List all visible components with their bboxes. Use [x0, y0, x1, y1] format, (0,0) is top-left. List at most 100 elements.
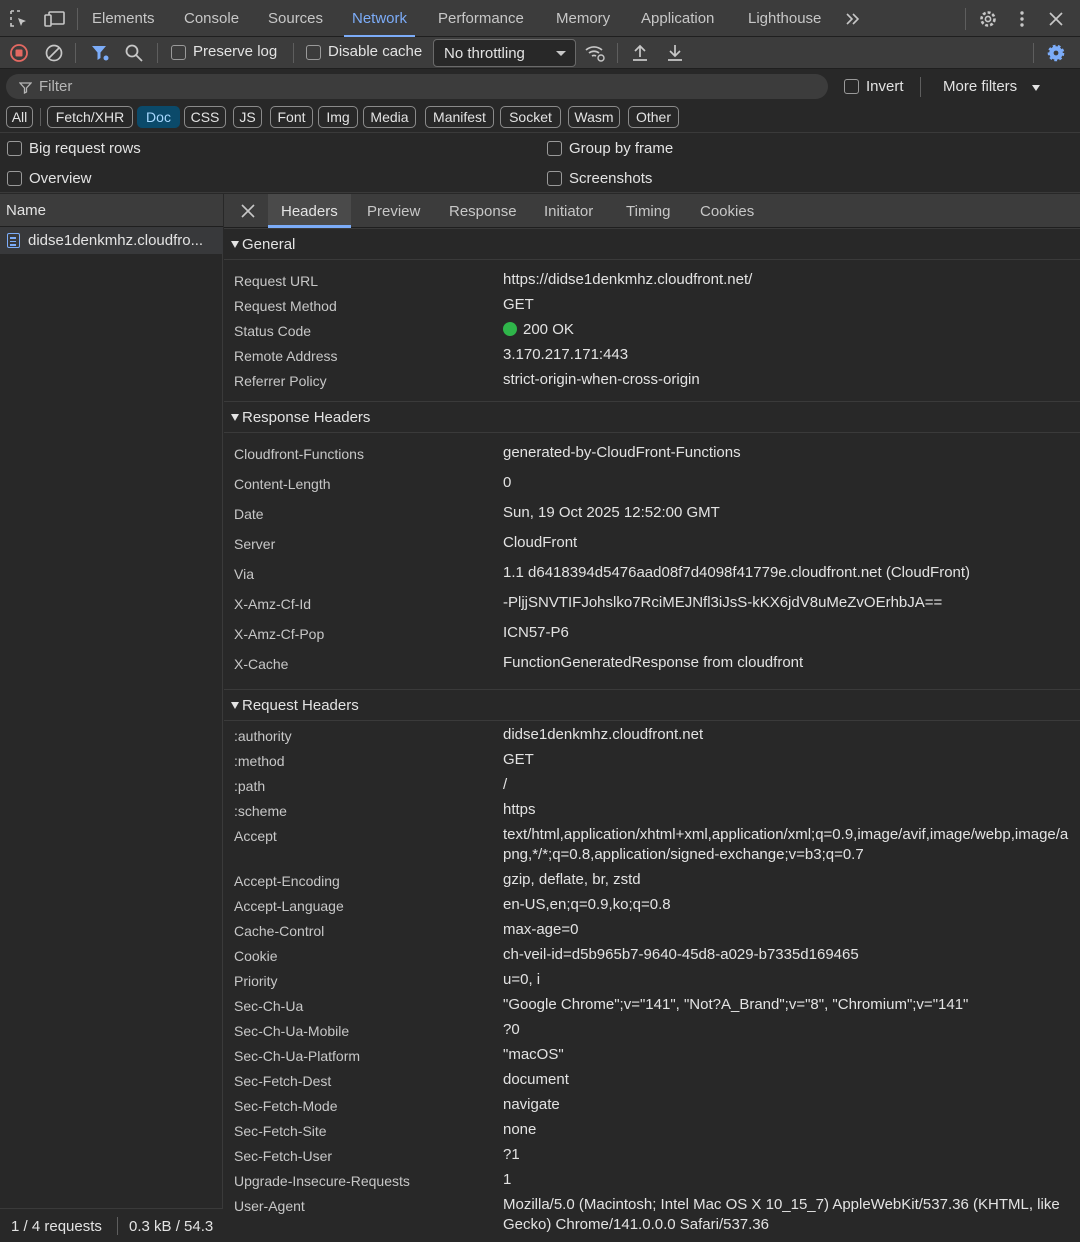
- section-title: General: [242, 236, 296, 253]
- request-row[interactable]: didse1denkmhz.cloudfro...: [0, 227, 223, 254]
- type-filter-media[interactable]: Media: [363, 106, 416, 128]
- preserve-log-checkbox[interactable]: [171, 45, 186, 60]
- overview-label: Overview: [29, 170, 92, 187]
- network-conditions-wifi-icon[interactable]: [583, 42, 607, 64]
- header-value: max-age=0: [503, 921, 579, 938]
- header-value: "Google Chrome";v="141", "Not?A_Brand";v…: [503, 996, 969, 1013]
- type-filter-fetch-xhr[interactable]: Fetch/XHR: [47, 106, 133, 128]
- type-filter-doc[interactable]: Doc: [137, 106, 180, 128]
- header-name: :authority: [234, 728, 292, 744]
- overview-checkbox[interactable]: [7, 171, 22, 186]
- header-value: gzip, deflate, br, zstd: [503, 871, 641, 888]
- inspect-element-icon[interactable]: [8, 8, 30, 30]
- stop-recording-icon[interactable]: [8, 42, 30, 64]
- type-filter-wasm[interactable]: Wasm: [568, 106, 620, 128]
- expand-triangle-icon: [231, 241, 239, 248]
- header-name: X-Amz-Cf-Pop: [234, 626, 325, 642]
- filter-funnel-small-icon: [18, 80, 32, 94]
- invert-checkbox[interactable]: [844, 79, 859, 94]
- export-har-download-icon[interactable]: [664, 42, 686, 64]
- header-name: :path: [234, 778, 266, 794]
- type-filter-socket[interactable]: Socket: [500, 106, 561, 128]
- header-value: /: [503, 776, 508, 793]
- header-value: GET: [503, 751, 534, 768]
- tab-memory[interactable]: Memory: [556, 0, 610, 37]
- type-filter-font[interactable]: Font: [270, 106, 313, 128]
- tab-lighthouse[interactable]: Lighthouse: [748, 0, 821, 37]
- close-devtools-icon[interactable]: [1045, 8, 1067, 30]
- network-settings-gear-icon[interactable]: [1045, 42, 1067, 64]
- device-toolbar-icon[interactable]: [43, 8, 67, 30]
- detail-tab-timing[interactable]: Timing: [626, 194, 670, 228]
- screenshots-checkbox[interactable]: [547, 171, 562, 186]
- detail-tab-initiator[interactable]: Initiator: [544, 194, 593, 228]
- throttling-select[interactable]: No throttling: [433, 39, 576, 67]
- header-value: 1: [503, 1171, 512, 1188]
- header-value: navigate: [503, 1096, 560, 1113]
- type-filter-img[interactable]: Img: [318, 106, 358, 128]
- name-column-label: Name: [6, 202, 47, 219]
- header-name: Request URL: [234, 273, 319, 289]
- detail-tab-response[interactable]: Response: [449, 194, 517, 228]
- header-value: FunctionGeneratedResponse from cloudfron…: [503, 654, 804, 671]
- header-value: "macOS": [503, 1046, 564, 1063]
- tab-application[interactable]: Application: [641, 0, 714, 37]
- header-value: Sun, 19 Oct 2025 12:52:00 GMT: [503, 504, 720, 521]
- network-options: Big request rows Overview Group by frame…: [0, 134, 1080, 193]
- type-filter-css[interactable]: CSS: [184, 106, 226, 128]
- section-request-headers[interactable]: Request Headers: [224, 689, 1080, 721]
- network-toolbar: Preserve log Disable cache No throttling: [0, 37, 1080, 69]
- section-response-headers[interactable]: Response Headers: [224, 401, 1080, 433]
- more-tabs-icon[interactable]: [843, 8, 863, 30]
- header-name: Date: [234, 506, 264, 522]
- expand-triangle-icon: [231, 702, 239, 709]
- header-name: Status Code: [234, 323, 312, 339]
- filter-funnel-icon[interactable]: [89, 42, 111, 64]
- header-name: Upgrade-Insecure-Requests: [234, 1173, 410, 1189]
- header-value: ch-veil-id=d5b965b7-9640-45d8-a029-b7335…: [503, 946, 859, 963]
- type-filter-manifest[interactable]: Manifest: [425, 106, 494, 128]
- section-title: Request Headers: [242, 697, 359, 714]
- name-column-header[interactable]: Name: [0, 194, 223, 227]
- tab-sources[interactable]: Sources: [268, 0, 323, 37]
- detail-tab-preview[interactable]: Preview: [367, 194, 420, 228]
- header-name: Sec-Fetch-Dest: [234, 1073, 332, 1089]
- search-icon[interactable]: [123, 42, 145, 64]
- detail-tab-headers[interactable]: Headers: [268, 194, 351, 228]
- type-filter-all[interactable]: All: [6, 106, 33, 128]
- header-value: GET: [503, 296, 534, 313]
- header-value: text/html,application/xhtml+xml,applicat…: [503, 826, 1069, 863]
- header-name: Priority: [234, 973, 278, 989]
- header-name: Cloudfront-Functions: [234, 446, 364, 462]
- type-filter-js[interactable]: JS: [233, 106, 262, 128]
- more-filters-dropdown[interactable]: More filters: [943, 78, 1017, 95]
- screenshots-label: Screenshots: [569, 170, 653, 187]
- header-value: Mozilla/5.0 (Macintosh; Intel Mac OS X 1…: [503, 1196, 1060, 1233]
- clear-icon[interactable]: [43, 42, 65, 64]
- settings-gear-icon[interactable]: [977, 8, 999, 30]
- big-request-rows-checkbox[interactable]: [7, 141, 22, 156]
- disable-cache-checkbox[interactable]: [306, 45, 321, 60]
- throttling-value: No throttling: [444, 45, 525, 62]
- status-code-text: 200 OK: [523, 321, 574, 338]
- header-name: Request Method: [234, 298, 337, 314]
- header-name: X-Amz-Cf-Id: [234, 596, 311, 612]
- close-details-icon[interactable]: [238, 201, 258, 221]
- type-filter-other[interactable]: Other: [628, 106, 679, 128]
- tab-network[interactable]: Network: [343, 0, 416, 37]
- header-name: Sec-Ch-Ua: [234, 998, 304, 1014]
- tab-elements[interactable]: Elements: [92, 0, 155, 37]
- section-general[interactable]: General: [224, 228, 1080, 260]
- group-by-frame-checkbox[interactable]: [547, 141, 562, 156]
- tab-console[interactable]: Console: [184, 0, 239, 37]
- header-value: 1.1 d6418394d5476aad08f7d4098f41779e.clo…: [503, 564, 971, 581]
- big-request-rows-label: Big request rows: [29, 140, 141, 157]
- import-har-upload-icon[interactable]: [629, 42, 651, 64]
- header-value: didse1denkmhz.cloudfront.net: [503, 726, 704, 743]
- tab-performance[interactable]: Performance: [438, 0, 524, 37]
- detail-tab-cookies[interactable]: Cookies: [700, 194, 754, 228]
- kebab-menu-icon[interactable]: [1013, 8, 1031, 30]
- header-name: Accept-Language: [234, 898, 344, 914]
- filter-input[interactable]: Filter: [6, 74, 828, 99]
- detail-tab-bar: Headers Preview Response Initiator Timing Coo…: [224, 194, 1080, 228]
